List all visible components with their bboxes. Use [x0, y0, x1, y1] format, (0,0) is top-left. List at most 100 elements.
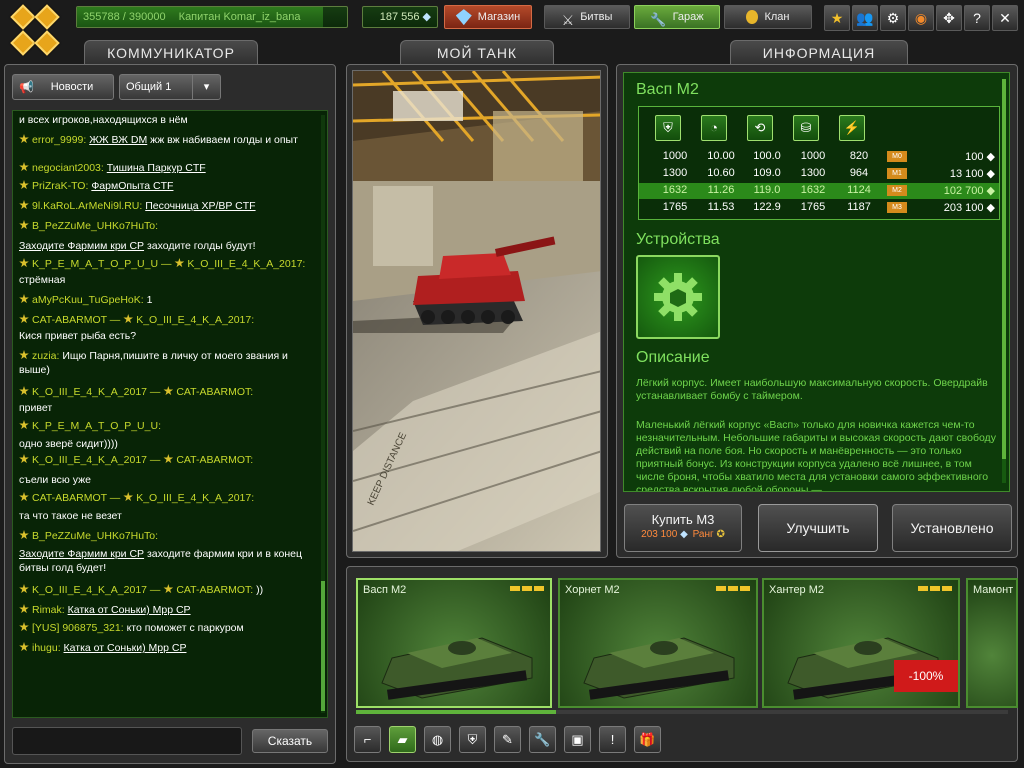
chat-message: стрёмная [19, 274, 66, 286]
chat-username: CAT-ABARMOT — [32, 492, 124, 504]
chat-username: K_O_III_E_4_K_A_2017: [136, 314, 255, 326]
hull-name: Хантер М2 [769, 584, 825, 596]
gift-category-icon[interactable]: 🎁 [634, 726, 661, 753]
description-title: Описание [636, 349, 710, 366]
chat-username: CAT-ABARMOT: [176, 386, 254, 398]
garage-preview: KEEP DISTANCE [352, 70, 601, 552]
stats-cell: M3 [887, 202, 907, 213]
rank-icon [19, 350, 29, 360]
brush-category-icon[interactable]: ✎ [494, 726, 521, 753]
stats-cell: 964 [849, 167, 869, 179]
box-category-icon[interactable]: ▣ [564, 726, 591, 753]
stats-row: 1300 10.60 109.0 1300 964 M1 13 100 ◆ [639, 166, 999, 182]
item-title: Васп М2 [636, 81, 699, 98]
chat-message: съели всю уже [19, 474, 91, 486]
battle-link: Катка от Соньки) Мрр СР [67, 604, 191, 616]
rank-icon [19, 604, 29, 614]
chat-message: CAT-ABARMOT — K_O_III_E_4_K_A_2017: [13, 489, 319, 507]
stats-cell: 11.53 [707, 201, 735, 213]
stats-cell: 100.0 [753, 150, 781, 162]
chat-username: B_PeZZuMe_UHKo7HuTo: [32, 220, 159, 232]
rank-icon [19, 314, 29, 324]
hull-card[interactable]: Хорнет М2 [558, 578, 758, 708]
stats-cell: M0 [887, 151, 907, 162]
hull-card[interactable]: Мамонт [966, 578, 1018, 708]
battle-link: Заходите Фармим кри СР [19, 548, 145, 560]
stats-cell: M2 [887, 185, 907, 196]
chat-message: Заходите Фармим кри СР заходите голды бу… [19, 240, 256, 252]
friends-icon[interactable]: 👥 [852, 5, 878, 31]
rank-icon [19, 420, 29, 430]
sound-icon[interactable]: ◉ [908, 5, 934, 31]
description-long: Маленький лёгкий корпус «Васп» только дл… [636, 419, 996, 492]
upgrade-level [918, 586, 952, 591]
battle-link: Тишина Паркур CTF [106, 162, 206, 174]
stats-cell: 1187 [847, 201, 871, 213]
shop-button[interactable]: Магазин [444, 5, 532, 29]
hull-category-icon[interactable]: ▰ [389, 726, 416, 753]
rank-icon [19, 386, 29, 396]
installed-button[interactable]: Установлено [892, 504, 1012, 552]
clan-button[interactable]: Клан [724, 5, 812, 29]
chat-username: zuzia: [32, 350, 60, 362]
info-scrollbar[interactable] [1002, 79, 1006, 483]
channel-select[interactable]: Общий 1 ▾ [119, 74, 221, 100]
chat-scrollbar[interactable] [321, 115, 325, 713]
rank-icon [163, 386, 174, 396]
rank-icon [174, 258, 185, 268]
upgrade-button[interactable]: Улучшить [758, 504, 878, 552]
battle-link: Заходите Фармим кри СР [19, 240, 145, 252]
garage-button[interactable]: 🔧 Гараж [634, 5, 720, 29]
xp-text: 355788 / 390000 [83, 11, 166, 23]
rank-icon [19, 180, 29, 190]
stats-cell: 109.0 [753, 167, 781, 179]
gear-icon[interactable]: ⚙ [880, 5, 906, 31]
chat-message: K_O_III_E_4_K_A_2017 — CAT-ABARMOT: [13, 451, 319, 469]
chat-username: Rimak: [32, 604, 65, 616]
battles-button[interactable]: ⚔ Битвы [544, 5, 630, 29]
chat-message: B_PeZZuMe_UHKo7HuTo: [13, 217, 319, 235]
chat-message: и всех игроков,находящихся в нём [19, 114, 188, 126]
hull-card[interactable]: Васп М2 [356, 578, 552, 708]
chat-message: B_PeZZuMe_UHKo7HuTo: [13, 527, 319, 545]
buy-button[interactable]: Купить М3 203 100 ◆ Ранг ✪ [624, 504, 742, 552]
chat-message: Кися привет рыба есть? [19, 330, 137, 342]
rank-icon [19, 642, 29, 652]
stats-cell: 1300 [662, 167, 688, 179]
fullscreen-icon[interactable]: ✥ [936, 5, 962, 31]
stats-cell: M1 [887, 168, 907, 179]
close-icon[interactable]: ✕ [992, 5, 1018, 31]
device-slot[interactable] [636, 255, 720, 339]
hull-name: Васп М2 [363, 584, 407, 596]
chat-username: [YUS] 906875_321: [32, 622, 124, 634]
discount-badge: -100% [894, 660, 958, 692]
special-category-icon[interactable]: ! [599, 726, 626, 753]
send-button[interactable]: Сказать [252, 729, 328, 753]
hull-model [381, 637, 533, 700]
help-icon[interactable]: ? [964, 5, 990, 31]
upgrade-level [510, 586, 544, 591]
chat-username: negociant2003: [32, 162, 104, 174]
chat-username: K_O_III_E_4_K_A_2017 — [32, 386, 164, 398]
hull-model [583, 637, 735, 700]
stats-row: 1765 11.53 122.9 1765 1187 M3 203 100 ◆ [639, 200, 999, 216]
hull-card[interactable]: Хантер М2 -100% [762, 578, 960, 708]
crystal-icon: ◆ [680, 529, 688, 540]
rank-icon [19, 584, 29, 594]
star-icon[interactable]: ★ [824, 5, 850, 31]
chat-input[interactable] [12, 727, 242, 755]
chat-message: ihugu: Катка от Соньки) Мрр СР [13, 639, 319, 657]
news-button[interactable]: 📢 Новости [12, 74, 114, 100]
rank-icon [19, 492, 29, 502]
rank-icon [19, 134, 29, 144]
chat-username: K_O_III_E_4_K_A_2017 — [32, 584, 164, 596]
rank-emblem [10, 4, 62, 60]
description-short: Лёгкий корпус. Имеет наибольшую максимал… [636, 377, 988, 402]
paint-category-icon[interactable]: ◍ [424, 726, 451, 753]
shield-category-icon[interactable]: ⛨ [459, 726, 486, 753]
shelf-scrollbar[interactable] [356, 710, 1008, 714]
chat-username: 9l.KaRoL.ArMeNi9l.RU: [32, 200, 143, 212]
turret-category-icon[interactable]: ⌐ [354, 726, 381, 753]
wrench-category-icon[interactable]: 🔧 [529, 726, 556, 753]
chat-username: CAT-ABARMOT — [32, 314, 124, 326]
